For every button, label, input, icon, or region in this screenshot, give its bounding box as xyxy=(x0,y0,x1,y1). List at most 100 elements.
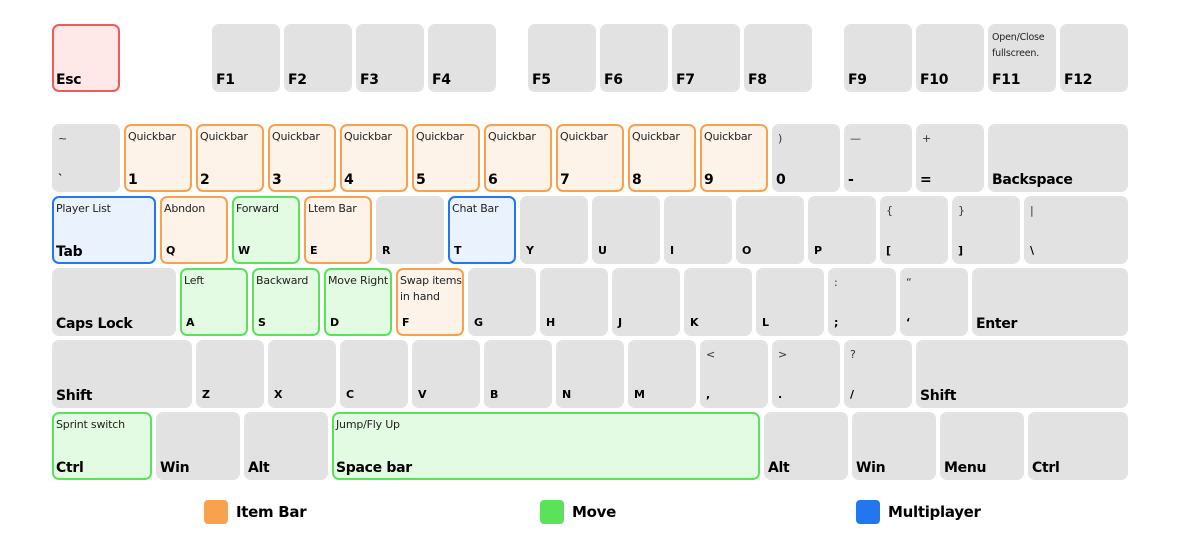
key-backslash[interactable]: | \ xyxy=(1024,196,1128,264)
key-2[interactable]: Quickbar 2 xyxy=(196,124,264,192)
key-label: 7 xyxy=(560,172,570,188)
key-shift-symbol: } xyxy=(958,204,965,217)
key-z[interactable]: Z xyxy=(196,340,264,408)
key-comma[interactable]: <, xyxy=(700,340,768,408)
key-w[interactable]: Forward W xyxy=(232,196,300,264)
key-f11[interactable]: Open/Close fullscreen. F11 xyxy=(988,24,1056,92)
key-lbracket[interactable]: {[ xyxy=(880,196,948,264)
key-q[interactable]: Abndon Q xyxy=(160,196,228,264)
key-t[interactable]: Chat Bar T xyxy=(448,196,516,264)
key-space[interactable]: Jump/Fly Up Space bar xyxy=(332,412,760,480)
key-action-label: Quickbar xyxy=(632,130,680,143)
key-9[interactable]: Quickbar 9 xyxy=(700,124,768,192)
key-j[interactable]: J xyxy=(612,268,680,336)
key-u[interactable]: U xyxy=(592,196,660,264)
key-backspace[interactable]: Backspace xyxy=(988,124,1128,192)
key-rshift[interactable]: Shift xyxy=(916,340,1128,408)
key-c[interactable]: C xyxy=(340,340,408,408)
key-minus[interactable]: — - xyxy=(844,124,912,192)
key-h[interactable]: H xyxy=(540,268,608,336)
key-label: X xyxy=(274,388,283,401)
key-7[interactable]: Quickbar 7 xyxy=(556,124,624,192)
key-l[interactable]: L xyxy=(756,268,824,336)
key-lwin[interactable]: Win xyxy=(156,412,240,480)
key-3[interactable]: Quickbar 3 xyxy=(268,124,336,192)
key-capslock[interactable]: Caps Lock xyxy=(52,268,176,336)
key-0[interactable]: ) 0 xyxy=(772,124,840,192)
key-label: N xyxy=(562,388,571,401)
key-rwin[interactable]: Win xyxy=(852,412,936,480)
key-equals[interactable]: + = xyxy=(916,124,984,192)
key-g[interactable]: G xyxy=(468,268,536,336)
key-d[interactable]: Move Right D xyxy=(324,268,392,336)
key-lctrl[interactable]: Sprint switch Ctrl xyxy=(52,412,152,480)
key-f3[interactable]: F3 xyxy=(356,24,424,92)
key-p[interactable]: P xyxy=(808,196,876,264)
key-f12[interactable]: F12 xyxy=(1060,24,1128,92)
key-1[interactable]: Quickbar 1 xyxy=(124,124,192,192)
key-s[interactable]: Backward S xyxy=(252,268,320,336)
key-y[interactable]: Y xyxy=(520,196,588,264)
key-shift-symbol: ? xyxy=(850,348,856,361)
key-6[interactable]: Quickbar 6 xyxy=(484,124,552,192)
key-semicolon[interactable]: :; xyxy=(828,268,896,336)
legend-label: Item Bar xyxy=(236,503,307,521)
key-label: 2 xyxy=(200,172,210,188)
key-action-label: Sprint switch xyxy=(56,418,125,431)
key-4[interactable]: Quickbar 4 xyxy=(340,124,408,192)
key-label: F1 xyxy=(216,72,235,88)
key-f2[interactable]: F2 xyxy=(284,24,352,92)
key-shift-symbol: { xyxy=(886,204,893,217)
key-f6[interactable]: F6 xyxy=(600,24,668,92)
key-ralt[interactable]: Alt xyxy=(764,412,848,480)
key-rbracket[interactable]: }] xyxy=(952,196,1020,264)
key-i[interactable]: I xyxy=(664,196,732,264)
key-action-label: Jump/Fly Up xyxy=(336,418,400,431)
key-n[interactable]: N xyxy=(556,340,624,408)
key-f4[interactable]: F4 xyxy=(428,24,496,92)
key-label: F xyxy=(402,316,410,329)
key-f7[interactable]: F7 xyxy=(672,24,740,92)
key-rctrl[interactable]: Ctrl xyxy=(1028,412,1128,480)
key-f[interactable]: Swap items in hand F xyxy=(396,268,464,336)
key-tab[interactable]: Player List Tab xyxy=(52,196,156,264)
key-o[interactable]: O xyxy=(736,196,804,264)
key-label: / xyxy=(850,388,854,401)
key-label: , xyxy=(706,388,710,401)
key-action-label: Quickbar xyxy=(200,130,248,143)
legend-item-bar: Item Bar xyxy=(204,500,307,524)
key-label: F10 xyxy=(920,72,949,88)
key-action-label: Move Right xyxy=(328,274,388,287)
key-r[interactable]: R xyxy=(376,196,444,264)
key-x[interactable]: X xyxy=(268,340,336,408)
key-lshift[interactable]: Shift xyxy=(52,340,192,408)
key-menu[interactable]: Menu xyxy=(940,412,1024,480)
key-slash[interactable]: ? / xyxy=(844,340,912,408)
key-backtick[interactable]: ~ ` xyxy=(52,124,120,192)
key-5[interactable]: Quickbar 5 xyxy=(412,124,480,192)
key-m[interactable]: M xyxy=(628,340,696,408)
key-lalt[interactable]: Alt xyxy=(244,412,328,480)
key-esc[interactable]: Esc xyxy=(52,24,120,92)
key-shift-symbol: ~ xyxy=(58,132,68,145)
key-label: J xyxy=(618,316,622,329)
key-enter[interactable]: Enter xyxy=(972,268,1128,336)
key-label: C xyxy=(346,388,354,401)
key-label: 3 xyxy=(272,172,282,188)
key-label: = xyxy=(920,172,932,188)
key-f5[interactable]: F5 xyxy=(528,24,596,92)
key-e[interactable]: Ltem Bar E xyxy=(304,196,372,264)
key-8[interactable]: Quickbar 8 xyxy=(628,124,696,192)
key-f10[interactable]: F10 xyxy=(916,24,984,92)
key-k[interactable]: K xyxy=(684,268,752,336)
key-f8[interactable]: F8 xyxy=(744,24,812,92)
key-b[interactable]: B xyxy=(484,340,552,408)
key-f1[interactable]: F1 xyxy=(212,24,280,92)
key-v[interactable]: V xyxy=(412,340,480,408)
key-period[interactable]: >. xyxy=(772,340,840,408)
key-a[interactable]: Left A xyxy=(180,268,248,336)
key-quote[interactable]: “‘ xyxy=(900,268,968,336)
key-f9[interactable]: F9 xyxy=(844,24,912,92)
key-shift-symbol: : xyxy=(834,276,838,289)
key-action-label: Quickbar xyxy=(344,130,392,143)
